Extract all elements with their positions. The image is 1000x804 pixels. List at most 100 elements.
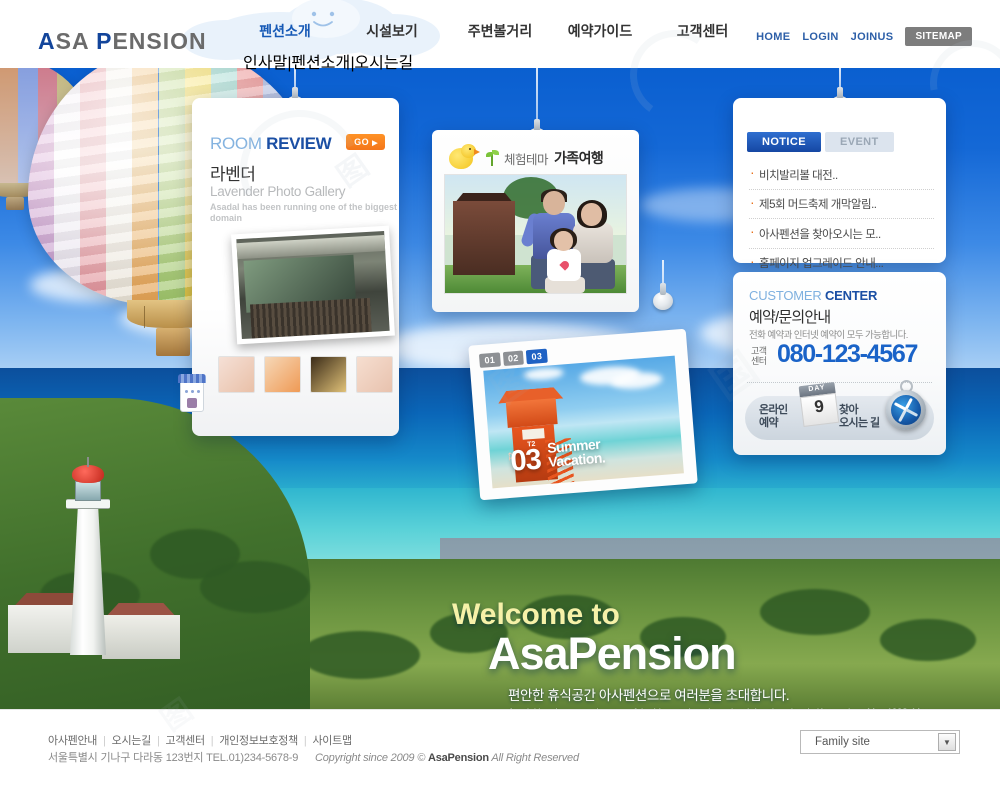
hero-line-4: Asadal has been running one of the bigge… — [508, 707, 938, 709]
nav-sub-directions[interactable]: 오시는길 — [354, 55, 413, 72]
utility-navigation: HOME LOGIN JOINUS SITEMAP — [756, 27, 972, 46]
main-navigation: 펜션소개 시설보기 주변볼거리 예약가이드 고객센터 인사말|펜션소개|오시는길 — [243, 22, 745, 72]
cc-title-part2: CENTER — [824, 288, 878, 303]
slide-tab-03[interactable]: 03 — [526, 348, 548, 365]
customer-center-panel[interactable]: CUSTOMER CENTER 예약/문의안내 전화 예약과 인터넷 예약이 모… — [733, 272, 946, 455]
arrow-right-icon: ▶ — [372, 140, 378, 147]
nav-sub-intro[interactable]: 펜션소개 — [291, 55, 350, 72]
family-site-label: Family site — [815, 736, 870, 748]
chick-icon — [446, 144, 480, 172]
room-thumbnail[interactable] — [218, 356, 255, 393]
summer-vacation-panel[interactable]: 01 02 03 T2 T2 03 Summer Vacation. — [468, 328, 698, 501]
summer-caption: 03 Summer Vacation. — [509, 435, 606, 478]
go-label: GO — [354, 137, 370, 147]
nav-item-attractions[interactable]: 주변볼거리 — [455, 22, 545, 40]
notice-tabs: NOTICE EVENT — [747, 132, 894, 152]
summer-photo[interactable]: T2 T2 03 Summer Vacation. — [483, 355, 684, 489]
notice-list-item[interactable]: 아사펜션을 찾아오시는 모.. — [749, 219, 934, 249]
family-theme-panel[interactable]: 체험테마 가족여행 — [432, 130, 639, 312]
room-thumbnail[interactable] — [356, 356, 393, 393]
nav-item-customer-center[interactable]: 고객센터 — [660, 22, 745, 40]
nav-label[interactable]: 고객센터 — [660, 22, 745, 40]
summer-caption-number: 03 — [509, 443, 542, 478]
lighthouse — [8, 457, 180, 659]
compass-icon — [884, 380, 928, 434]
page-root: Welcome to AsaPension 편안한 휴식공간 아사펜션으로 여러… — [0, 0, 1000, 804]
family-site-select[interactable]: Family site ▼ — [800, 730, 960, 754]
lighthouse-badge-icon — [178, 370, 206, 414]
room-name-korean: 라벤더 — [210, 165, 256, 184]
footer-address: 서울특별시 기나구 다라동 123번지 TEL.01)234-5678-9 — [48, 752, 299, 764]
customer-center-actions: 온라인 예약 찾아 오시는 길 DAY 9 — [745, 380, 934, 440]
room-thumbnail[interactable] — [310, 356, 347, 393]
logo-text-sa: SA — [55, 28, 97, 54]
hero-line-2: AsaPension — [488, 628, 737, 679]
hero-line-1: Welcome to — [452, 598, 620, 631]
site-header: ASA PENSION 펜션소개 시설보기 주변볼거리 예약가이드 고객센터 인… — [0, 0, 1000, 72]
footer-link-info[interactable]: 아사펜안내 — [48, 735, 97, 747]
room-review-title: ROOM REVIEW — [210, 134, 332, 154]
nav-item-pension-intro[interactable]: 펜션소개 — [245, 22, 325, 40]
util-home[interactable]: HOME — [756, 31, 790, 43]
tab-notice[interactable]: NOTICE — [747, 132, 821, 152]
util-login[interactable]: LOGIN — [802, 31, 838, 43]
footer-copyright: Copyright since 2009 © AsaPension All Ri… — [315, 752, 579, 764]
site-logo[interactable]: ASA PENSION — [38, 28, 207, 55]
family-headline-part1: 체험테마 — [504, 152, 549, 167]
hero-text: Welcome to AsaPension 편안한 휴식공간 아사펜션으로 여러… — [452, 598, 938, 709]
footer-link-sitemap[interactable]: 사이트맵 — [312, 735, 352, 747]
room-name-english: Lavender Photo Gallery — [210, 184, 346, 199]
nav-item-booking-guide[interactable]: 예약가이드 — [555, 22, 645, 40]
customer-center-phone: 080-123-4567 — [777, 340, 918, 368]
logo-letter-p: P — [96, 28, 113, 54]
calendar-icon: DAY 9 — [798, 381, 840, 428]
site-footer: 아사펜안내 | 오시는길 | 고객센터 | 개인정보보호정책 | 사이트맵 서울특별시 기나구 … — [0, 709, 1000, 804]
customer-center-title: CUSTOMER CENTER — [749, 288, 877, 303]
sprout-icon — [486, 150, 499, 166]
room-review-go-button[interactable]: GO ▶ — [346, 134, 385, 150]
nav-label[interactable]: 펜션소개 — [245, 22, 325, 40]
room-review-title-part1: ROOM — [210, 134, 267, 153]
customer-center-description: 전화 예약과 인터넷 예약이 모두 가능합니다. — [749, 330, 908, 341]
footer-address-line: 서울특별시 기나구 다라동 123번지 TEL.01)234-5678-9 Co… — [48, 749, 579, 765]
tab-event[interactable]: EVENT — [824, 132, 894, 152]
util-joinus[interactable]: JOINUS — [851, 31, 894, 43]
room-thumbnail[interactable] — [264, 356, 301, 393]
nav-label[interactable]: 주변볼거리 — [455, 22, 545, 40]
slide-tab-01[interactable]: 01 — [478, 352, 501, 368]
footer-link-customer[interactable]: 고객센터 — [166, 735, 206, 747]
nav-label[interactable]: 시설보기 — [352, 22, 432, 40]
family-member-child — [545, 228, 585, 293]
family-photo[interactable] — [444, 174, 627, 294]
nav-sub-greeting[interactable]: 인사말 — [243, 55, 287, 72]
footer-link-privacy[interactable]: 개인정보보호정책 — [219, 735, 298, 747]
nav-sub-menu: 인사말|펜션소개|오시는길 — [243, 55, 414, 72]
summer-caption-words: Summer Vacation. — [546, 435, 606, 470]
notice-list-item[interactable]: 제5회 머드축제 개막알림.. — [749, 190, 934, 219]
nav-label[interactable]: 예약가이드 — [555, 22, 645, 40]
chevron-down-icon[interactable]: ▼ — [938, 733, 956, 751]
hero-line-3: 편안한 휴식공간 아사펜션으로 여러분을 초대합니다. — [508, 688, 790, 703]
room-description: Asadal has been running one of the bigge… — [210, 202, 398, 223]
summer-slide-tabs: 01 02 03 — [478, 348, 548, 368]
room-review-panel[interactable]: ROOM REVIEW GO ▶ 라벤더 Lavender Photo Gall… — [178, 98, 399, 436]
logo-text-ension: ENSION — [112, 28, 207, 54]
room-thumbnail-strip — [218, 356, 393, 393]
footer-links: 아사펜안내 | 오시는길 | 고객센터 | 개인정보보호정책 | 사이트맵 — [48, 735, 352, 747]
nav-item-facilities[interactable]: 시설보기 — [352, 22, 432, 40]
family-headline: 체험테마 가족여행 — [446, 144, 604, 172]
room-main-photo[interactable] — [231, 225, 395, 345]
notice-list: 비치발리볼 대전.. 제5회 머드축제 개막알림.. 아사펜션을 찾아오시는 모… — [749, 160, 934, 278]
directions-button[interactable]: 찾아 오시는 길 — [839, 404, 880, 430]
logo-letter-a: A — [38, 28, 56, 54]
customer-center-subtitle: 예약/문의안내 — [749, 309, 831, 326]
online-booking-button[interactable]: 온라인 예약 — [759, 404, 788, 430]
util-sitemap-button[interactable]: SITEMAP — [905, 27, 972, 46]
phone-label: 고객 센터 — [751, 346, 767, 366]
notice-list-item[interactable]: 비치발리볼 대전.. — [749, 160, 934, 190]
notice-panel[interactable]: NOTICE EVENT 비치발리볼 대전.. 제5회 머드축제 개막알림.. … — [733, 98, 946, 278]
family-headline-part2: 가족여행 — [554, 150, 604, 166]
cc-title-part1: CUSTOMER — [749, 288, 825, 303]
footer-link-directions[interactable]: 오시는길 — [112, 735, 152, 747]
slide-tab-02[interactable]: 02 — [502, 350, 525, 367]
